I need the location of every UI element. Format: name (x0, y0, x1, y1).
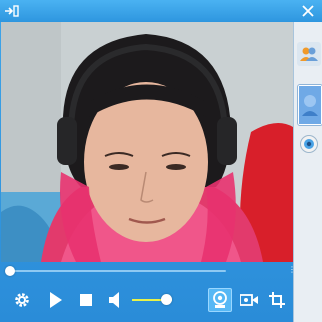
volume-icon[interactable] (104, 288, 128, 312)
video-record-icon[interactable] (237, 288, 261, 312)
seek-track[interactable] (10, 270, 226, 272)
volume-slider-handle[interactable] (161, 294, 172, 305)
side-panel (293, 22, 322, 322)
avatar-thumbnail[interactable] (297, 84, 322, 126)
webcam-icon[interactable] (208, 288, 232, 312)
pin-to-side-icon[interactable] (4, 3, 20, 19)
close-icon[interactable] (300, 3, 316, 19)
video-chat-window: ⋮ (0, 0, 322, 322)
settings-gear-icon[interactable] (10, 288, 34, 312)
play-icon[interactable] (44, 288, 68, 312)
control-bar (0, 282, 292, 318)
webcam-video-view[interactable] (1, 22, 293, 262)
seek-handle[interactable] (5, 266, 15, 276)
title-bar (0, 0, 322, 22)
stop-icon[interactable] (74, 288, 98, 312)
playback-seekbar[interactable] (0, 262, 292, 282)
contacts-icon[interactable] (297, 42, 321, 66)
panel-resize-grip[interactable]: ⋮ (288, 266, 296, 278)
crop-icon[interactable] (265, 288, 289, 312)
webcam-feed-image (1, 22, 293, 262)
camera-eye-icon[interactable] (297, 132, 321, 156)
